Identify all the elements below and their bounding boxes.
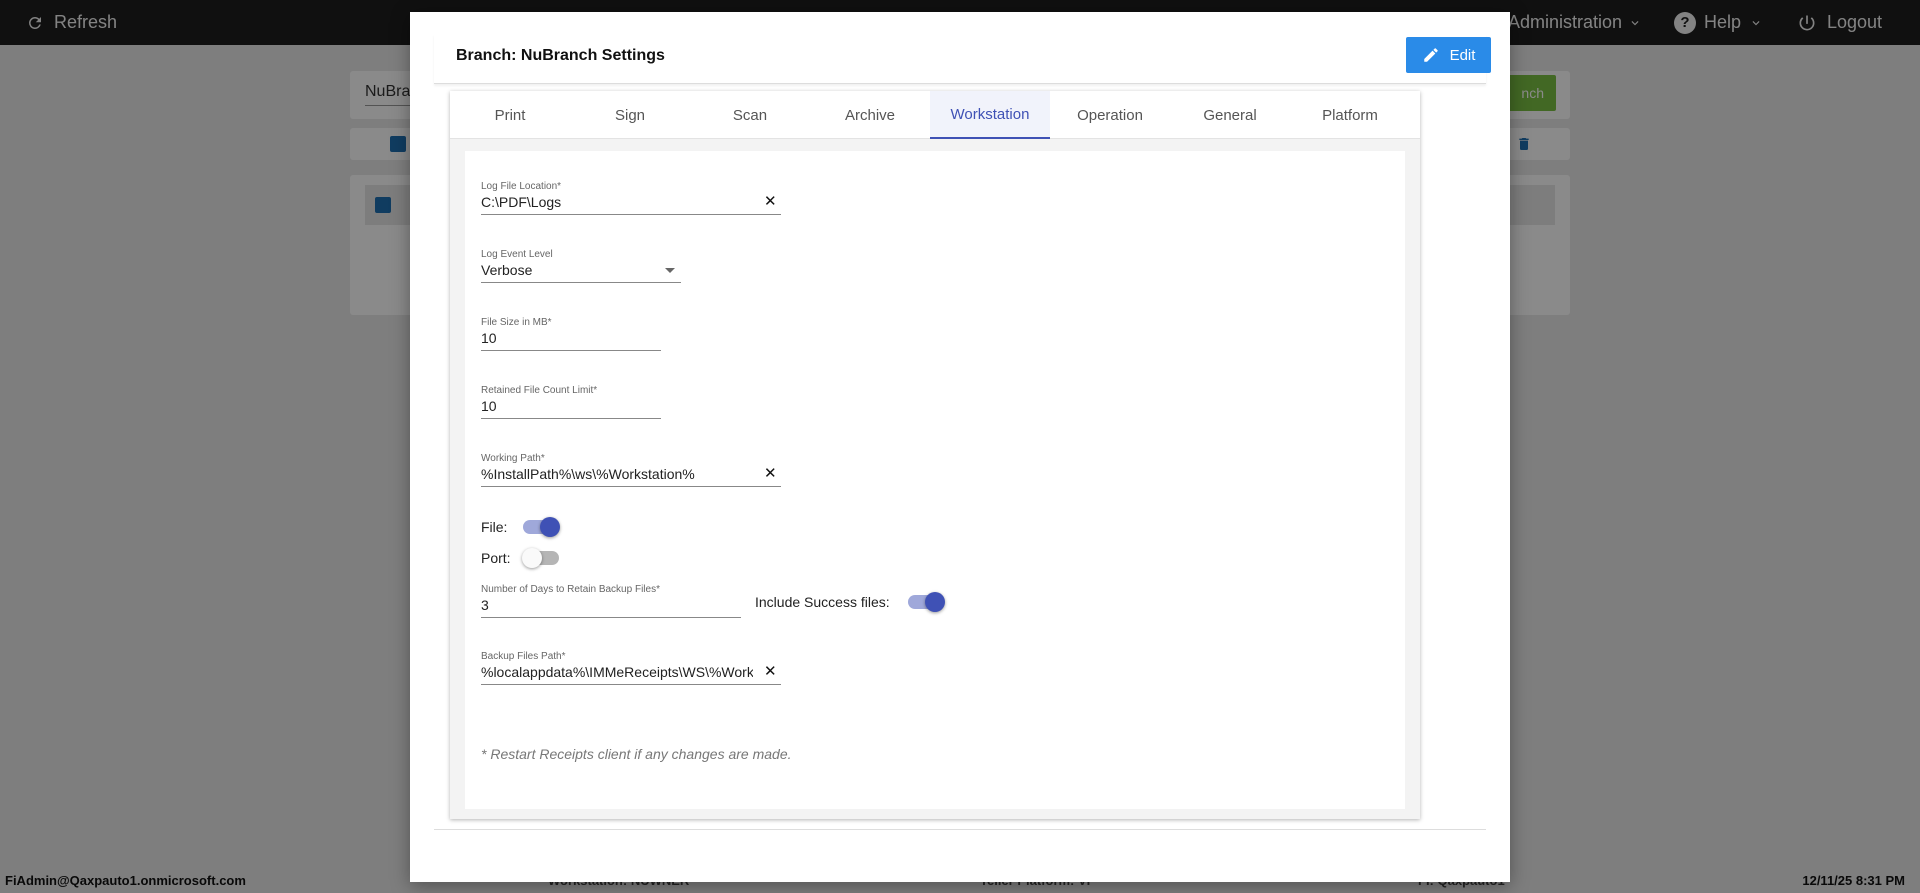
file-size-input[interactable]: 10 xyxy=(481,329,661,347)
tab-operation[interactable]: Operation xyxy=(1050,91,1170,139)
file-toggle[interactable] xyxy=(523,517,560,537)
tab-sign[interactable]: Sign xyxy=(570,91,690,139)
modal-divider xyxy=(434,829,1486,830)
port-toggle[interactable] xyxy=(522,548,559,568)
log-file-location-input[interactable]: C:\PDF\Logs xyxy=(481,193,751,211)
include-success-files-toggle[interactable] xyxy=(907,592,945,612)
field-underline xyxy=(481,350,661,351)
log-event-level-select[interactable]: Log Event Level Verbose xyxy=(481,249,681,283)
edit-button[interactable]: Edit xyxy=(1406,37,1491,73)
toggle-knob xyxy=(522,548,542,568)
file-size-field[interactable]: File Size in MB* 10 xyxy=(481,317,661,351)
restart-note: * Restart Receipts client if any changes… xyxy=(481,746,792,762)
modal-header: Branch: NuBranch Settings xyxy=(434,34,1486,84)
field-label: Retained File Count Limit* xyxy=(481,385,598,396)
file-toggle-label: File: xyxy=(481,519,508,535)
chevron-down-icon[interactable] xyxy=(665,268,675,273)
port-toggle-label: Port: xyxy=(481,550,511,566)
toggle-knob xyxy=(924,592,945,612)
log-file-location-field[interactable]: Log File Location* C:\PDF\Logs ✕ xyxy=(481,181,781,215)
working-path-field[interactable]: Working Path* %InstallPath%\ws\%Workstat… xyxy=(481,453,781,487)
retained-file-count-field[interactable]: Retained File Count Limit* 10 xyxy=(481,385,661,419)
workstation-settings-form: Log File Location* C:\PDF\Logs ✕ Log Eve… xyxy=(465,151,1405,809)
modal-title: Branch: NuBranch Settings xyxy=(456,47,665,64)
field-label: Backup Files Path* xyxy=(481,651,566,662)
tab-bar: Print Sign Scan Archive Workstation Oper… xyxy=(450,91,1420,139)
field-underline xyxy=(481,486,781,487)
field-underline xyxy=(481,282,681,283)
tab-print[interactable]: Print xyxy=(450,91,570,139)
toggle-knob xyxy=(540,517,560,537)
tab-workstation[interactable]: Workstation xyxy=(930,91,1050,139)
field-underline xyxy=(481,214,781,215)
settings-tabs-panel: Print Sign Scan Archive Workstation Oper… xyxy=(450,91,1420,819)
close-icon[interactable]: ✕ xyxy=(764,194,777,210)
field-label: Working Path* xyxy=(481,453,545,464)
port-toggle-row: Port: xyxy=(481,548,559,568)
field-underline xyxy=(481,418,661,419)
working-path-input[interactable]: %InstallPath%\ws\%Workstation% xyxy=(481,465,751,483)
include-success-files-row: Include Success files: xyxy=(755,592,945,612)
backup-files-path-field[interactable]: Backup Files Path* %localappdata%\IMMeRe… xyxy=(481,651,781,685)
file-toggle-row: File: xyxy=(481,517,560,537)
field-label: Log Event Level xyxy=(481,249,553,260)
log-event-level-value[interactable]: Verbose xyxy=(481,261,681,279)
days-retain-backup-field[interactable]: Number of Days to Retain Backup Files* 3 xyxy=(481,584,741,618)
branch-settings-modal: Branch: NuBranch Settings Edit Print Sig… xyxy=(410,12,1510,882)
field-underline xyxy=(481,617,741,618)
edit-label: Edit xyxy=(1449,46,1476,64)
field-underline xyxy=(481,684,781,685)
backup-files-path-input[interactable]: %localappdata%\IMMeReceipts\WS\%Workstat… xyxy=(481,663,753,681)
field-label: File Size in MB* xyxy=(481,317,552,328)
tab-scan[interactable]: Scan xyxy=(690,91,810,139)
pencil-icon xyxy=(1423,48,1438,62)
field-label: Number of Days to Retain Backup Files* xyxy=(481,584,660,595)
tab-archive[interactable]: Archive xyxy=(810,91,930,139)
close-icon[interactable]: ✕ xyxy=(764,664,777,680)
field-label: Log File Location* xyxy=(481,181,562,192)
days-retain-backup-input[interactable]: 3 xyxy=(481,596,741,614)
include-success-files-label: Include Success files: xyxy=(755,594,890,610)
retained-file-count-input[interactable]: 10 xyxy=(481,397,661,415)
close-icon[interactable]: ✕ xyxy=(764,466,777,482)
tab-general[interactable]: General xyxy=(1170,91,1290,139)
tab-platform[interactable]: Platform xyxy=(1290,91,1410,139)
